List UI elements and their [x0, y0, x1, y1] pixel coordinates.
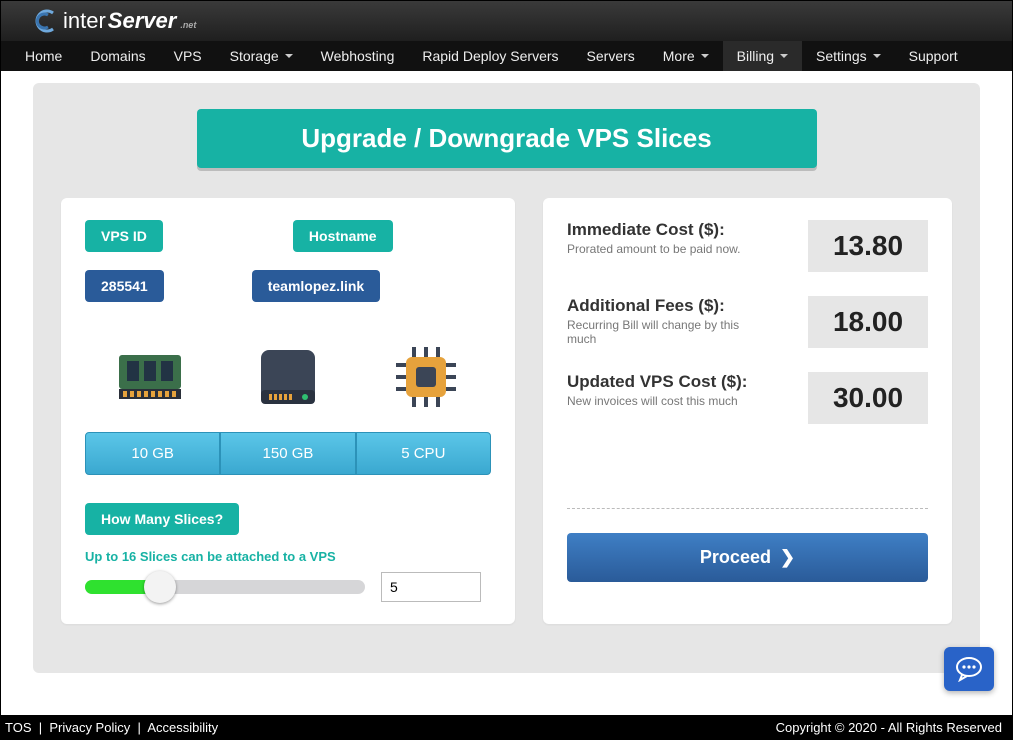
- footer-privacy-link[interactable]: Privacy Policy: [49, 720, 130, 735]
- spec-values-row: 10 GB 150 GB 5 CPU: [85, 432, 491, 475]
- nav-domains[interactable]: Domains: [76, 41, 159, 71]
- logo[interactable]: interServer .net: [31, 8, 196, 34]
- caret-down-icon: [701, 54, 709, 58]
- spec-ram: 10 GB: [85, 432, 220, 475]
- cpu-icon: [361, 332, 491, 422]
- nav-support[interactable]: Support: [895, 41, 972, 71]
- logo-suffix: .net: [180, 20, 196, 30]
- slices-slider[interactable]: [85, 580, 365, 594]
- cost-title-2: Updated VPS Cost ($):: [567, 372, 788, 392]
- cost-value-1: 18.00: [808, 296, 928, 348]
- footer-copyright: Copyright © 2020 - All Rights Reserved: [776, 720, 1002, 735]
- footer-accessibility-link[interactable]: Accessibility: [147, 720, 218, 735]
- nav-home[interactable]: Home: [11, 41, 76, 71]
- cost-row-2: Updated VPS Cost ($): New invoices will c…: [567, 372, 928, 424]
- footer-tos-link[interactable]: TOS: [5, 720, 32, 735]
- nav-servers[interactable]: Servers: [573, 41, 649, 71]
- proceed-label: Proceed: [700, 547, 771, 567]
- cost-row-0: Immediate Cost ($): Prorated amount to be…: [567, 220, 928, 272]
- cost-title-0: Immediate Cost ($):: [567, 220, 788, 240]
- cost-value-2: 30.00: [808, 372, 928, 424]
- topbar: interServer .net: [1, 1, 1012, 41]
- nav-billing[interactable]: Billing: [723, 41, 802, 71]
- nav-more[interactable]: More: [649, 41, 723, 71]
- nav-webhosting[interactable]: Webhosting: [307, 41, 409, 71]
- slider-thumb[interactable]: [144, 571, 176, 603]
- spec-disk: 150 GB: [220, 432, 355, 475]
- main-panel: Upgrade / Downgrade VPS Slices VPS ID Ho…: [33, 83, 980, 673]
- caret-down-icon: [780, 54, 788, 58]
- logo-text-1: inter: [63, 8, 106, 34]
- spec-cpu: 5 CPU: [356, 432, 491, 475]
- chat-icon: [954, 656, 984, 682]
- vps-id-label: VPS ID: [85, 220, 163, 252]
- page-title: Upgrade / Downgrade VPS Slices: [197, 109, 817, 168]
- spec-icons-row: [85, 332, 491, 422]
- nav-storage[interactable]: Storage: [216, 41, 307, 71]
- cost-summary-card: Immediate Cost ($): Prorated amount to be…: [543, 198, 952, 624]
- nav-vps[interactable]: VPS: [160, 41, 216, 71]
- hostname-value: teamlopez.link: [252, 270, 380, 302]
- caret-down-icon: [873, 54, 881, 58]
- slices-label: How Many Slices?: [85, 503, 239, 535]
- chat-button[interactable]: [944, 647, 994, 691]
- cost-sub-1: Recurring Bill will change by this much: [567, 318, 767, 346]
- slices-input[interactable]: [381, 572, 481, 602]
- slider-fill: [85, 580, 152, 594]
- nav-rapid-deploy-servers[interactable]: Rapid Deploy Servers: [408, 41, 572, 71]
- cost-value-0: 13.80: [808, 220, 928, 272]
- logo-text-2: Server: [108, 8, 177, 34]
- proceed-button[interactable]: Proceed ❯: [567, 533, 928, 582]
- slices-note: Up to 16 Slices can be attached to a VPS: [85, 549, 491, 564]
- hostname-label: Hostname: [293, 220, 393, 252]
- chevron-right-icon: ❯: [780, 547, 795, 567]
- logo-swoosh-icon: [31, 9, 59, 33]
- ram-icon: [85, 332, 215, 422]
- vps-config-card: VPS ID Hostname 285541 teamlopez.link: [61, 198, 515, 624]
- separator: [567, 508, 928, 509]
- cost-sub-0: Prorated amount to be paid now.: [567, 242, 767, 256]
- disk-icon: [223, 332, 353, 422]
- nav-settings[interactable]: Settings: [802, 41, 895, 71]
- vps-id-value: 285541: [85, 270, 164, 302]
- cost-sub-2: New invoices will cost this much: [567, 394, 767, 408]
- footer: TOS | Privacy Policy | Accessibility Cop…: [1, 715, 1012, 739]
- cost-row-1: Additional Fees ($):Recurring Bill will …: [567, 296, 928, 348]
- navbar: HomeDomainsVPSStorageWebhostingRapid Dep…: [1, 41, 1012, 71]
- caret-down-icon: [285, 54, 293, 58]
- cost-title-1: Additional Fees ($):: [567, 296, 788, 316]
